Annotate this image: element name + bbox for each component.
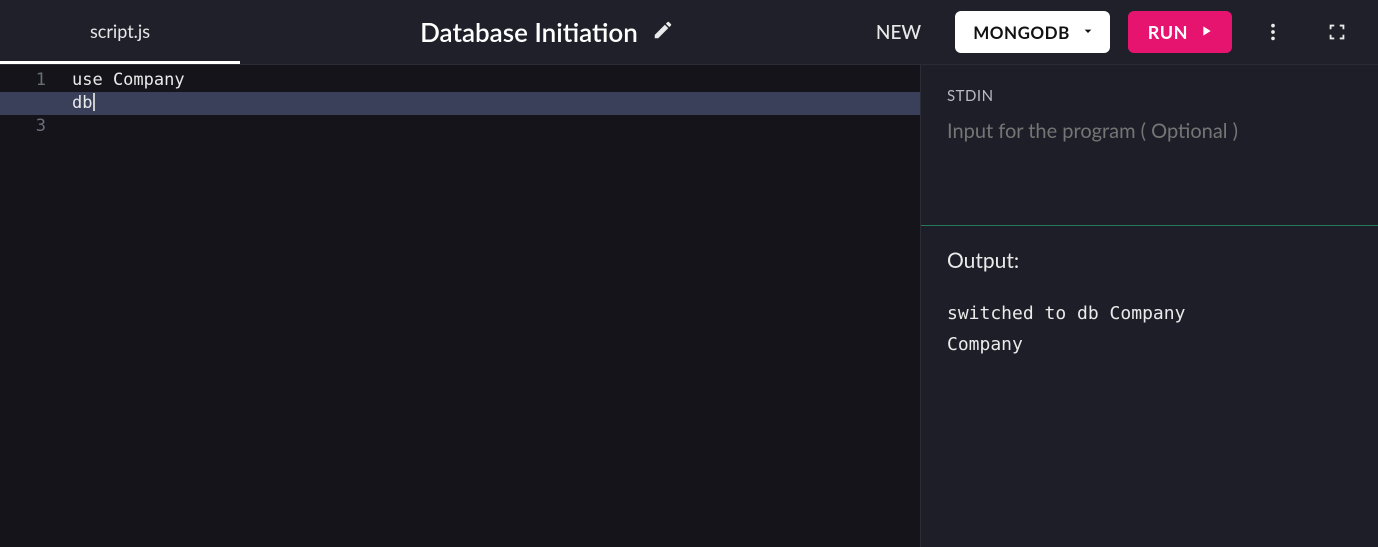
fullscreen-icon xyxy=(1326,21,1348,43)
fullscreen-button[interactable] xyxy=(1314,9,1360,55)
topbar: script.js Database Initiation NEW MONGOD… xyxy=(0,0,1378,65)
content-area: 123 use Companydb STDIN Output: switched… xyxy=(0,65,1378,547)
output-text: switched to db Company Company xyxy=(947,299,1352,360)
language-select[interactable]: MONGODB xyxy=(955,11,1110,53)
chevron-down-icon xyxy=(1080,22,1096,43)
run-button[interactable]: RUN xyxy=(1128,11,1232,53)
stdin-section: STDIN xyxy=(921,65,1378,225)
new-button-label: NEW xyxy=(876,21,921,44)
new-button[interactable]: NEW xyxy=(854,21,943,44)
code-lines[interactable]: use Companydb xyxy=(60,65,920,138)
line-number: 3 xyxy=(0,115,60,138)
play-icon xyxy=(1198,21,1214,43)
stdin-label: STDIN xyxy=(947,87,1352,105)
file-tab[interactable]: script.js xyxy=(0,0,240,64)
code-line[interactable]: use Company xyxy=(60,69,920,92)
page-title: Database Initiation xyxy=(420,16,638,48)
run-button-label: RUN xyxy=(1148,21,1188,43)
more-button[interactable] xyxy=(1250,9,1296,55)
more-vertical-icon xyxy=(1262,21,1284,43)
language-select-label: MONGODB xyxy=(973,22,1070,43)
code-line[interactable] xyxy=(60,115,920,138)
file-tab-label: script.js xyxy=(90,20,150,42)
panel-divider xyxy=(921,225,1378,226)
line-number: 1 xyxy=(0,69,60,92)
code-editor[interactable]: 123 use Companydb xyxy=(0,65,920,547)
io-panel: STDIN Output: switched to db Company Com… xyxy=(920,65,1378,547)
output-label: Output: xyxy=(947,248,1352,273)
edit-icon[interactable] xyxy=(652,19,674,45)
text-cursor xyxy=(93,93,95,111)
code-line[interactable]: db xyxy=(60,92,920,115)
title-area: Database Initiation xyxy=(240,16,854,48)
output-section: Output: switched to db Company Company xyxy=(921,226,1378,382)
stdin-input[interactable] xyxy=(947,119,1352,143)
